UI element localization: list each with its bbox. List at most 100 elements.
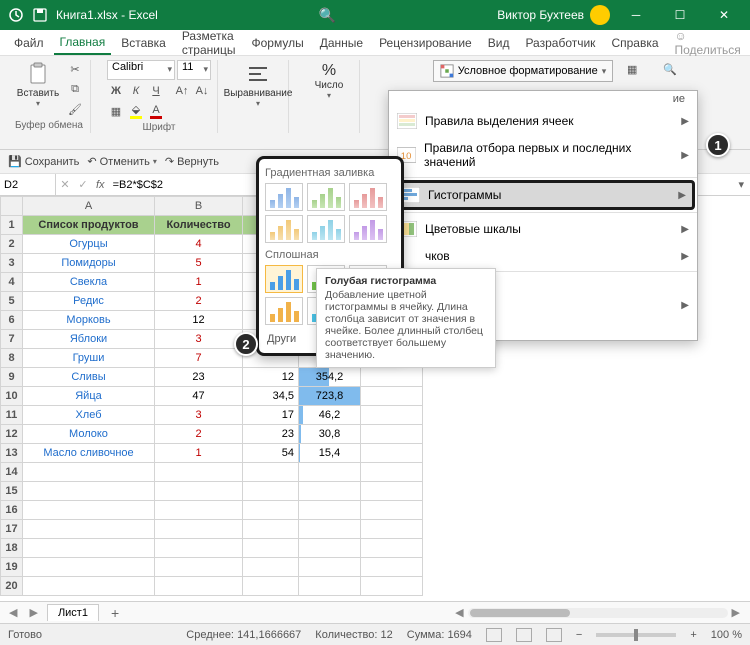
tab-рецензирование[interactable]: Рецензирование bbox=[373, 32, 478, 54]
cell-A10[interactable]: Яйца bbox=[23, 387, 155, 406]
save-icon[interactable] bbox=[32, 7, 48, 23]
horizontal-scrollbar[interactable] bbox=[468, 608, 728, 618]
cell-H14[interactable] bbox=[361, 463, 423, 482]
databar-swatch-grad-3[interactable] bbox=[265, 215, 303, 243]
cell-C17[interactable] bbox=[243, 520, 299, 539]
cell-B20[interactable] bbox=[155, 577, 243, 596]
tab-файл[interactable]: Файл bbox=[8, 32, 50, 54]
cell-B2[interactable]: 4 bbox=[155, 235, 243, 254]
cell-C16[interactable] bbox=[243, 501, 299, 520]
zoom-out-icon[interactable]: − bbox=[576, 629, 582, 641]
paste-button[interactable]: Вставить ▾ bbox=[14, 60, 62, 110]
row-header-11[interactable]: 11 bbox=[1, 406, 23, 425]
decrease-font-icon[interactable]: A↓ bbox=[193, 82, 211, 100]
cell-B14[interactable] bbox=[155, 463, 243, 482]
cell-D11[interactable]: 46,2 bbox=[299, 406, 361, 425]
view-normal-icon[interactable] bbox=[486, 628, 502, 642]
cell-A6[interactable]: Морковь bbox=[23, 311, 155, 330]
cell-D20[interactable] bbox=[299, 577, 361, 596]
cf-color-scales[interactable]: Цветовые шкалы▶ bbox=[389, 215, 697, 243]
row-header-3[interactable]: 3 bbox=[1, 254, 23, 273]
cell-D9[interactable]: 354,2 bbox=[299, 368, 361, 387]
databar-swatch-grad-2[interactable] bbox=[349, 183, 387, 211]
sheet-tab-1[interactable]: Лист1 bbox=[47, 604, 99, 621]
sheet-nav-next[interactable]: ▶ bbox=[26, 606, 40, 619]
cell-H10[interactable] bbox=[361, 387, 423, 406]
row-header-14[interactable]: 14 bbox=[1, 463, 23, 482]
row-header-18[interactable]: 18 bbox=[1, 539, 23, 558]
minimize-button[interactable]: ─ bbox=[618, 0, 654, 30]
cell-B15[interactable] bbox=[155, 482, 243, 501]
save-button[interactable]: 💾Сохранить bbox=[8, 155, 79, 168]
cell-A12[interactable]: Молоко bbox=[23, 425, 155, 444]
cell-C9[interactable]: 12 bbox=[243, 368, 299, 387]
row-header-8[interactable]: 8 bbox=[1, 349, 23, 368]
cut-icon[interactable]: ✂ bbox=[66, 60, 84, 78]
cell-B13[interactable]: 1 bbox=[155, 444, 243, 463]
cell-H18[interactable] bbox=[361, 539, 423, 558]
cell-D16[interactable] bbox=[299, 501, 361, 520]
cell-B3[interactable]: 5 bbox=[155, 254, 243, 273]
cell-H16[interactable] bbox=[361, 501, 423, 520]
italic-button[interactable]: К bbox=[127, 82, 145, 100]
cell-D18[interactable] bbox=[299, 539, 361, 558]
select-all[interactable] bbox=[1, 197, 23, 216]
row-header-5[interactable]: 5 bbox=[1, 292, 23, 311]
cell-C18[interactable] bbox=[243, 539, 299, 558]
cell-C11[interactable]: 17 bbox=[243, 406, 299, 425]
cf-highlight-rules[interactable]: Правила выделения ячеек▶ bbox=[389, 107, 697, 135]
row-header-13[interactable]: 13 bbox=[1, 444, 23, 463]
underline-button[interactable]: Ч bbox=[147, 82, 165, 100]
cell-A16[interactable] bbox=[23, 501, 155, 520]
cancel-formula-icon[interactable]: ✕ bbox=[56, 176, 74, 194]
cell-B10[interactable]: 47 bbox=[155, 387, 243, 406]
cell-B16[interactable] bbox=[155, 501, 243, 520]
databar-swatch-grad-4[interactable] bbox=[307, 215, 345, 243]
cell-B19[interactable] bbox=[155, 558, 243, 577]
row-header-2[interactable]: 2 bbox=[1, 235, 23, 254]
scroll-right-icon[interactable]: ▶ bbox=[728, 606, 744, 619]
col-header-B[interactable]: B bbox=[155, 197, 243, 216]
copy-icon[interactable]: ⧉ bbox=[66, 80, 84, 98]
cell-D10[interactable]: 723,8 bbox=[299, 387, 361, 406]
cell-A20[interactable] bbox=[23, 577, 155, 596]
tab-разработчик[interactable]: Разработчик bbox=[519, 32, 601, 54]
cell-A19[interactable] bbox=[23, 558, 155, 577]
tab-формулы[interactable]: Формулы bbox=[245, 32, 309, 54]
cell-A18[interactable] bbox=[23, 539, 155, 558]
databar-swatch-grad-0[interactable] bbox=[265, 183, 303, 211]
zoom-level[interactable]: 100 % bbox=[711, 629, 742, 641]
cell-B4[interactable]: 1 bbox=[155, 273, 243, 292]
cell-A11[interactable]: Хлеб bbox=[23, 406, 155, 425]
tab-вид[interactable]: Вид bbox=[482, 32, 516, 54]
row-header-15[interactable]: 15 bbox=[1, 482, 23, 501]
cell-C14[interactable] bbox=[243, 463, 299, 482]
zoom-slider[interactable] bbox=[596, 633, 676, 637]
cell-H12[interactable] bbox=[361, 425, 423, 444]
sheet-nav-prev[interactable]: ◀ bbox=[6, 606, 20, 619]
row-header-20[interactable]: 20 bbox=[1, 577, 23, 596]
format-table-icon[interactable]: ▦ bbox=[623, 60, 641, 78]
increase-font-icon[interactable]: A↑ bbox=[173, 82, 191, 100]
row-header-19[interactable]: 19 bbox=[1, 558, 23, 577]
databar-swatch-solid-0[interactable] bbox=[265, 265, 303, 293]
cell-A2[interactable]: Огурцы bbox=[23, 235, 155, 254]
cell-A14[interactable] bbox=[23, 463, 155, 482]
cell-D15[interactable] bbox=[299, 482, 361, 501]
row-header-16[interactable]: 16 bbox=[1, 501, 23, 520]
cell-B12[interactable]: 2 bbox=[155, 425, 243, 444]
autosave-icon[interactable] bbox=[8, 7, 24, 23]
scroll-left-icon[interactable]: ◀ bbox=[451, 606, 467, 619]
expand-formula-icon[interactable]: ▾ bbox=[732, 178, 750, 191]
cell-A5[interactable]: Редис bbox=[23, 292, 155, 311]
row-header-10[interactable]: 10 bbox=[1, 387, 23, 406]
row-header-17[interactable]: 17 bbox=[1, 520, 23, 539]
cell-H17[interactable] bbox=[361, 520, 423, 539]
cell-H20[interactable] bbox=[361, 577, 423, 596]
cell-A9[interactable]: Сливы bbox=[23, 368, 155, 387]
alignment-button[interactable]: Выравнивание ▾ bbox=[234, 60, 282, 110]
row-header-9[interactable]: 9 bbox=[1, 368, 23, 387]
view-pagebreak-icon[interactable] bbox=[546, 628, 562, 642]
redo-button[interactable]: ↷Вернуть bbox=[165, 155, 219, 168]
cell-D12[interactable]: 30,8 bbox=[299, 425, 361, 444]
